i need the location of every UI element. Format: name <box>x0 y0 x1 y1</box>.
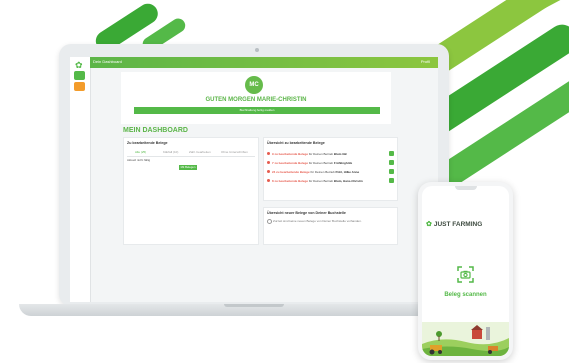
list-item[interactable]: 7 zu bearbeitende Belege für Deinen Betr… <box>267 160 394 166</box>
tab-unsigned[interactable]: Ohne Unterschriften <box>221 150 248 154</box>
tab-clarification[interactable]: Klärfall (10) <box>163 150 178 154</box>
tab-payment[interactable]: Zahl. bearbeiten <box>189 150 211 154</box>
camera-scan-icon[interactable] <box>457 266 474 283</box>
top-bar: Dein Dashboard Profil <box>90 57 438 68</box>
empty-state-text: Zurzeit sind keine neuen Belege von Dein… <box>273 219 362 223</box>
avatar[interactable]: MC <box>245 76 263 94</box>
dashboard-title: MEIN DASHBOARD <box>123 127 188 134</box>
list-item[interactable]: 9 zu bearbeitende Belege für Deinen Betr… <box>267 151 394 157</box>
phone-screen: ✿ JUST FARMING Beleg scannen <box>422 186 509 356</box>
greeting-card: MC GUTEN MORGEN MARIE-CHRISTIN Buchhaltu… <box>121 72 391 124</box>
panel-title: Übersicht zu bearbeitende Belege <box>267 141 325 145</box>
panel-title: Zu bearbeitende Belege <box>127 141 168 145</box>
panel-title: Übersicht neuer Belege von Deiner Buchst… <box>267 211 346 215</box>
documents-to-process-panel: Zu bearbeitende Belege Alle (25) Klärfal… <box>123 137 259 245</box>
sidebar-item-home[interactable] <box>74 71 85 80</box>
page-title: Dein Dashboard <box>93 59 122 64</box>
farm-illustration <box>422 322 509 356</box>
checkbox[interactable] <box>389 160 394 165</box>
laptop: ✿ Dein Dashboard Profil MC GUTEN MORGEN … <box>59 44 449 306</box>
laptop-camera <box>255 48 259 52</box>
open-documents-button[interactable]: Mit Belegen <box>179 165 197 170</box>
phone-notch <box>455 186 477 190</box>
overview-panel: Übersicht zu bearbeitende Belege 9 zu be… <box>263 137 398 201</box>
sidebar: ✿ <box>70 57 91 302</box>
brand-logo: ✿ JUST FARMING <box>426 221 483 228</box>
new-documents-panel: Übersicht neuer Belege von Deiner Buchst… <box>263 207 398 245</box>
profile-menu[interactable]: Profil <box>421 59 430 64</box>
alert-dot-icon <box>267 170 270 173</box>
leaf-logo-icon[interactable]: ✿ <box>75 60 83 71</box>
list-item[interactable]: Aktuell nicht fällig <box>127 158 150 162</box>
checkbox[interactable] <box>389 151 394 156</box>
laptop-screen: ✿ Dein Dashboard Profil MC GUTEN MORGEN … <box>70 57 438 302</box>
scan-document-label[interactable]: Beleg scannen <box>422 292 509 298</box>
laptop-notch <box>224 304 284 307</box>
sidebar-item-documents[interactable] <box>74 82 85 91</box>
tab-all[interactable]: Alle (25) <box>135 150 146 154</box>
alert-dot-icon <box>267 152 270 155</box>
list-item[interactable]: 8 zu bearbeitende Belege für Deinen Betr… <box>267 178 394 184</box>
greeting-text: GUTEN MORGEN MARIE-CHRISTIN <box>205 97 307 103</box>
report-bookkeeping-button[interactable]: Buchhaltung fertig melden <box>134 107 380 114</box>
tab-bar: Alle (25) Klärfall (10) Zahl. bearbeiten… <box>127 150 255 157</box>
radio-button[interactable] <box>267 219 272 224</box>
checkbox[interactable] <box>389 169 394 174</box>
leaf-logo-icon: ✿ <box>426 221 432 228</box>
list-item[interactable]: 24 zu bearbeitende Belege für Deinen Bet… <box>267 169 394 175</box>
phone: ✿ JUST FARMING Beleg scannen <box>418 182 513 360</box>
alert-dot-icon <box>267 161 270 164</box>
checkbox[interactable] <box>389 178 394 183</box>
alert-dot-icon <box>267 179 270 182</box>
